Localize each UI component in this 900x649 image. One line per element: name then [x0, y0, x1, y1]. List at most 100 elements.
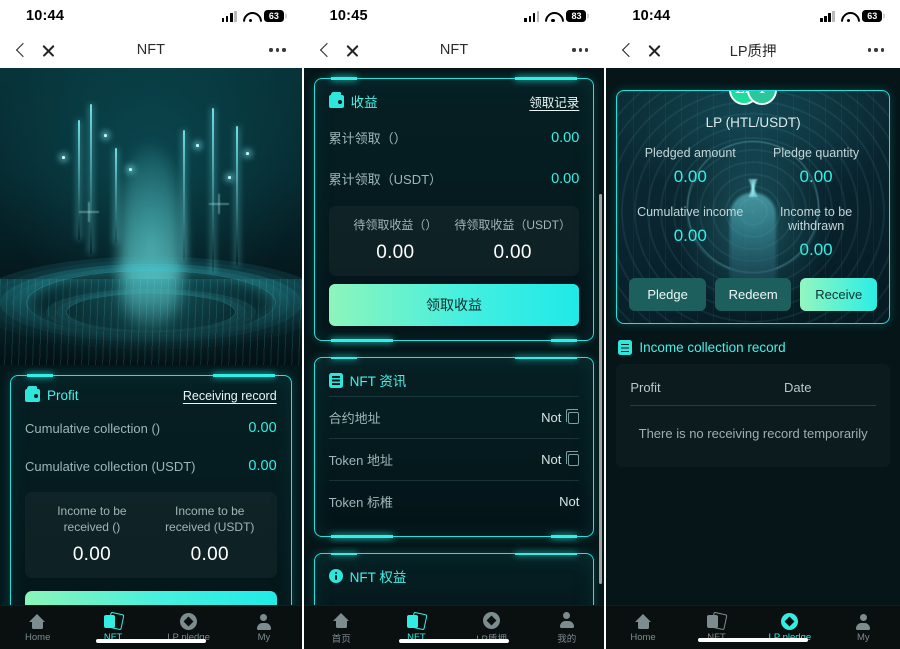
- lp-stat-caption: Income to be withdrawn: [779, 205, 853, 233]
- row-label: 合约地址: [328, 411, 381, 427]
- hero-spark: [246, 152, 249, 155]
- nft-cards-icon: [75, 612, 150, 631]
- lp-stat-caption: Cumulative income: [637, 205, 744, 219]
- wallet-icon: [328, 94, 344, 108]
- pending-value: 0.00: [72, 544, 111, 566]
- table-row: 合约地址 Not: [328, 396, 580, 438]
- panel-nft-overview: 10:44 63 NFT Profit Receiving record Cum…: [0, 0, 302, 649]
- column-header-date: Date: [784, 380, 812, 395]
- lp-pair-label: LP (HTL/USDT): [705, 115, 801, 130]
- list-icon: [618, 340, 633, 355]
- lp-pledge-card: LP T LP (HTL/USDT) Pledged amount 0.00 P…: [616, 90, 890, 324]
- income-card-header: 收益 领取记录: [328, 91, 579, 111]
- row-value[interactable]: Not: [541, 409, 580, 425]
- cellular-bars-icon: [524, 10, 540, 22]
- status-clock: 10:44: [26, 8, 65, 24]
- profit-card-title: Profit: [25, 388, 79, 403]
- table-row: Cumulative collection (USDT) 0.00: [25, 447, 277, 485]
- pending-caption: Income to be received (): [57, 504, 127, 535]
- pending-income-box: 待领取收益（） 0.00 待领取收益（USDT） 0.00: [328, 206, 580, 277]
- info-icon: [328, 569, 343, 584]
- hero-spark: [129, 168, 132, 171]
- app-body: Profit Receiving record Cumulative colle…: [0, 68, 302, 649]
- profit-card-header: Profit Receiving record: [25, 388, 277, 403]
- nft-rights-title: NFT 权益: [328, 566, 407, 586]
- income-card: 收益 领取记录 累计领取（） 0.00 累计领取（USDT） 0.00 待领取收…: [313, 77, 595, 342]
- tab-label: Home: [630, 632, 656, 643]
- nft-rights-title-text: NFT 权益: [349, 570, 407, 586]
- lp-stat-value: 0.00: [799, 240, 833, 259]
- status-clock: 10:45: [329, 8, 368, 24]
- tab-label: Home: [25, 632, 51, 643]
- row-label: 累计领取（USDT）: [328, 172, 443, 187]
- more-dots-icon[interactable]: [572, 48, 589, 52]
- income-record-title-text: Income collection record: [639, 340, 786, 355]
- back-chevron-icon[interactable]: [16, 42, 27, 59]
- app-body: LP T LP (HTL/USDT) Pledged amount 0.00 P…: [606, 68, 900, 649]
- lp-stats-grid: Pledged amount 0.00 Pledge quantity 0.00…: [627, 146, 879, 260]
- home-icon: [304, 611, 379, 630]
- receive-button[interactable]: Receive: [800, 278, 877, 311]
- close-icon[interactable]: [647, 43, 662, 58]
- lp-stat-value: 0.00: [673, 226, 707, 245]
- lp-stat-caption: Pledge quantity: [772, 146, 860, 160]
- status-bar: 10:45 83: [303, 0, 605, 32]
- row-value: 0.00: [551, 129, 580, 146]
- table-row: Cumulative collection () 0.00: [25, 409, 277, 447]
- claim-income-button[interactable]: 领取收益: [328, 284, 580, 327]
- more-dots-icon[interactable]: [867, 48, 884, 52]
- copy-icon[interactable]: [565, 451, 580, 466]
- pending-income-cell: Income to be received (USDT) 0.00: [151, 503, 269, 566]
- lp-action-buttons: Pledge Redeem Receive: [627, 278, 879, 311]
- close-icon[interactable]: [345, 43, 360, 58]
- profit-card: Profit Receiving record Cumulative colle…: [10, 374, 292, 645]
- pending-income-cell: Income to be received () 0.00: [33, 503, 151, 566]
- person-icon: [226, 612, 301, 631]
- cellular-bars-icon: [820, 10, 835, 22]
- row-value[interactable]: Not: [541, 451, 580, 468]
- nft-hologram-hero-image: [0, 68, 302, 365]
- claim-record-link[interactable]: 领取记录: [529, 92, 579, 111]
- vertical-scrollbar[interactable]: [599, 194, 603, 584]
- three-screenshot-strip: 10:44 63 NFT Profit Receiving record Cum…: [0, 0, 900, 649]
- tab-home[interactable]: 首页: [304, 611, 379, 645]
- nav-left-actions: [16, 42, 56, 59]
- tab-my[interactable]: My: [827, 612, 900, 643]
- hero-spark: [228, 176, 231, 179]
- pending-value: 0.00: [190, 544, 229, 566]
- hero-floor-grid: [0, 279, 302, 365]
- nft-cards-icon: [379, 612, 454, 631]
- tab-my[interactable]: My: [226, 612, 301, 643]
- hero-spark: [62, 156, 65, 159]
- redeem-button[interactable]: Redeem: [714, 278, 792, 311]
- tab-home[interactable]: Home: [0, 612, 75, 643]
- lp-stat-value: 0.00: [673, 167, 707, 186]
- status-indicators: 63: [221, 10, 284, 22]
- nav-left-actions: [622, 42, 662, 59]
- nav-left-actions: [320, 42, 360, 59]
- table-row: 累计领取（） 0.00: [329, 117, 580, 158]
- battery-icon: 83: [566, 10, 587, 22]
- tab-label: 首页: [331, 633, 351, 645]
- pledge-button[interactable]: Pledge: [629, 278, 706, 311]
- pending-value: 0.00: [376, 242, 415, 264]
- receiving-record-link[interactable]: Receiving record: [183, 389, 277, 403]
- tab-home[interactable]: Home: [606, 612, 679, 643]
- panel-lp-pledge: 10:44 63 LP质押 LP T: [606, 0, 900, 649]
- back-chevron-icon[interactable]: [320, 42, 331, 59]
- more-dots-icon[interactable]: [269, 48, 286, 52]
- lp-stat-cell: Pledged amount 0.00: [627, 146, 753, 187]
- row-value-text: Not: [541, 452, 562, 468]
- back-chevron-icon[interactable]: [622, 42, 633, 59]
- nft-info-title: NFT 资讯: [328, 370, 406, 390]
- hero-pillar: [212, 108, 214, 273]
- tab-my[interactable]: 我的: [529, 611, 604, 645]
- close-icon[interactable]: [41, 43, 56, 58]
- pending-income-cell: 待领取收益（） 0.00: [337, 217, 454, 264]
- table-header-row: Profit Date: [630, 368, 876, 405]
- copy-icon[interactable]: [565, 409, 580, 424]
- person-icon: [529, 611, 604, 630]
- app-body: 收益 领取记录 累计领取（） 0.00 累计领取（USDT） 0.00 待领取收…: [303, 68, 605, 649]
- nft-info-card: NFT 资讯 合约地址 Not Token 地址 Not Token 标椎 No…: [313, 356, 595, 538]
- cellular-bars-icon: [221, 10, 237, 22]
